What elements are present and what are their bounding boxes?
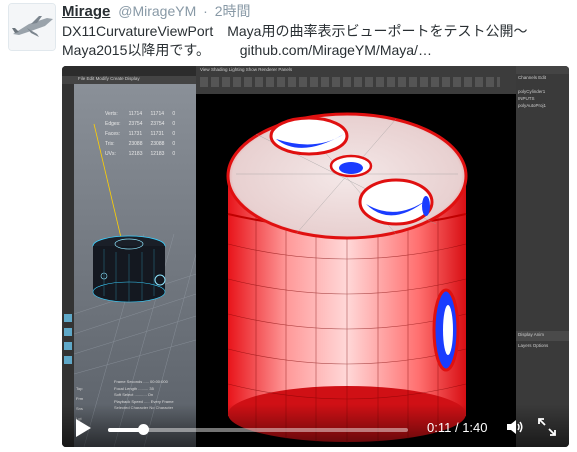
tool-icon xyxy=(64,328,72,336)
maya-left-menu-item: Display xyxy=(124,76,140,81)
maya-left-panel: File Edit Modify Create Display Verts: 1… xyxy=(62,66,196,447)
hud-row: Verts: 11714 11714 0 xyxy=(102,110,178,118)
hud-line: Frame Seconds ..... 00:00:000 xyxy=(114,379,168,384)
top-dimple-right xyxy=(358,178,434,226)
hud-cell: 0 xyxy=(172,121,176,127)
display-name[interactable]: Mirage xyxy=(62,3,110,20)
channel-item: polyCylinder1 xyxy=(518,89,546,94)
maya-viewport-toolbar: View Shading Lighting Show Renderer Pane… xyxy=(196,66,516,94)
channel-item: polyAutoProj1 xyxy=(518,103,547,108)
tweet-text-line-2-text: Maya2015以降用です。 xyxy=(62,42,210,58)
hud-cell: 0 xyxy=(172,131,176,137)
progress-track[interactable] xyxy=(108,424,408,435)
time-display: 0:11 / 1:40 xyxy=(427,419,488,437)
viewport-icon-bar xyxy=(200,77,500,87)
hud-row: Edges: 23754 23754 0 xyxy=(102,120,178,128)
volume-icon[interactable] xyxy=(506,418,524,436)
maya-perspective-viewport: Verts: 11714 11714 0 Edges: 23754 23754 … xyxy=(74,84,196,447)
tweet-timestamp[interactable]: 2時間 xyxy=(215,3,251,19)
hud-cell: UVs: xyxy=(105,151,116,157)
layer-menu-item: Options xyxy=(532,343,549,348)
maya-left-menubar: File Edit Modify Create Display xyxy=(62,76,196,84)
viewport-menu-item: View xyxy=(200,67,210,72)
avatar[interactable] xyxy=(8,3,56,51)
tweet-link[interactable]: github.com/MirageYM/Maya/… xyxy=(240,42,432,58)
maya-shelf xyxy=(62,66,196,76)
maya-left-menu-item: Modify xyxy=(95,76,109,81)
hud-cell: Faces: xyxy=(105,131,121,137)
layer-menu-item: Layers xyxy=(518,343,532,348)
current-time: 0:11 xyxy=(427,420,452,435)
hud-cell: 23754 xyxy=(150,121,165,127)
layer-menu: Layers Options xyxy=(518,343,548,349)
play-icon[interactable] xyxy=(74,418,92,438)
hud-row: UVs: 12183 12183 0 xyxy=(102,150,178,158)
maya-left-menu-item: File xyxy=(78,76,86,81)
hud-cell: Tris: xyxy=(105,141,115,147)
layer-tab-anim: Anim xyxy=(533,332,545,337)
channel-menu-item: Edit xyxy=(538,75,547,80)
maya-left-menu-item: Edit xyxy=(86,76,95,81)
jet-avatar-icon xyxy=(9,4,55,50)
side-label: Frm xyxy=(76,396,84,401)
user-handle[interactable]: @MirageYM xyxy=(118,3,196,19)
hud-cell: 12183 xyxy=(150,151,165,157)
tweet-text-line-2: Maya2015以降用です。 github.com/MirageYM/Maya/… xyxy=(62,41,567,60)
layer-editor-tabs: Display Anim xyxy=(516,331,569,341)
tool-icon xyxy=(64,356,72,364)
tool-icon xyxy=(64,342,72,350)
video-controls: 0:11 / 1:40 xyxy=(62,404,569,447)
hud-cell: 23088 xyxy=(150,141,165,147)
viewport-menu-item: Panels xyxy=(278,67,293,72)
channel-item: INPUTS xyxy=(518,96,535,101)
channel-box-content: polyCylinder1 INPUTS polyAutoProj1 xyxy=(518,88,546,109)
maya-hud-stats: Verts: 11714 11714 0 Edges: 23754 23754 … xyxy=(100,108,180,160)
layer-tab-display: Display xyxy=(518,332,533,337)
hud-cell: 23088 xyxy=(128,141,143,147)
maya-channel-box: Channels Edit polyCylinder1 INPUTS polyA… xyxy=(516,66,569,447)
hud-row: Tris: 23088 23088 0 xyxy=(102,140,178,148)
hud-cell: 11714 xyxy=(150,111,165,117)
hud-cell: 0 xyxy=(172,151,176,157)
channel-box-header xyxy=(516,66,569,74)
viewport-menu-item: Lighting xyxy=(228,67,245,72)
time-separator: / xyxy=(451,420,463,435)
fullscreen-icon[interactable] xyxy=(537,417,557,437)
viewport-menu-item: Renderer xyxy=(258,67,278,72)
side-label: Top xyxy=(76,386,83,391)
hud-cell: 0 xyxy=(172,141,176,147)
hud-cell: 23754 xyxy=(128,121,143,127)
tool-icon xyxy=(64,314,72,322)
maya-curvature-viewport: View Shading Lighting Show Renderer Pane… xyxy=(196,66,516,447)
hud-cell: 11731 xyxy=(150,131,165,137)
maya-left-menu-item: Create xyxy=(110,76,124,81)
tweet-header: Mirage @MirageYM · 2時間 DX11CurvatureView… xyxy=(0,0,577,66)
curvature-cylinder-render xyxy=(226,112,468,443)
tweet-text: DX11CurvatureViewPort Maya用の曲率表示ビューポートをテ… xyxy=(62,22,567,60)
progress-knob[interactable] xyxy=(138,424,150,435)
hud-cell: 11714 xyxy=(128,111,143,117)
hud-cell: 11731 xyxy=(128,131,143,137)
viewport-menu-item: Show xyxy=(245,67,258,72)
separator-dot: · xyxy=(203,3,208,19)
hud-cell: Edges: xyxy=(105,121,121,127)
viewport-menu-item: Shading xyxy=(210,67,228,72)
hud-cell: 12183 xyxy=(128,151,143,157)
tweet-text-line-1: DX11CurvatureViewPort Maya用の曲率表示ビューポートをテ… xyxy=(62,23,528,39)
duration: 1:40 xyxy=(462,420,488,435)
viewport-menu: View Shading Lighting Show Renderer Pane… xyxy=(200,67,292,73)
hud-cell: Verts: xyxy=(105,111,118,117)
video-player[interactable]: File Edit Modify Create Display Verts: 1… xyxy=(62,66,569,447)
name-row: Mirage @MirageYM · 2時間 xyxy=(62,2,251,21)
hud-cell: 0 xyxy=(172,111,176,117)
hud-row: Faces: 11731 11731 0 xyxy=(102,130,178,138)
maya-toolbox xyxy=(62,84,74,447)
maya-left-menu: File Edit Modify Create Display xyxy=(78,76,140,82)
channel-menu-item: Channels xyxy=(518,75,538,80)
channel-box-menu: Channels Edit xyxy=(518,75,546,81)
top-dimple-left xyxy=(269,116,349,156)
